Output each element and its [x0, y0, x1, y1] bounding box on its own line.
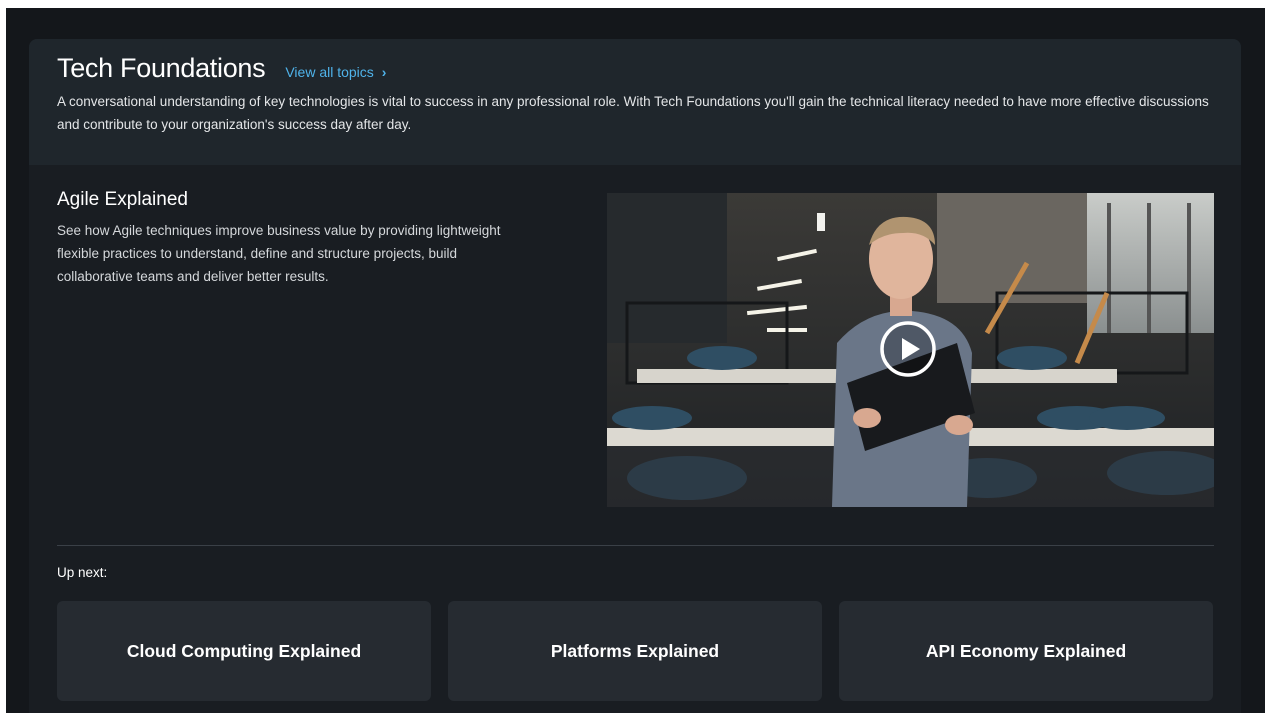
tech-foundations-panel: Tech Foundations View all topics › A con… — [29, 39, 1241, 713]
panel-header: Tech Foundations View all topics › A con… — [29, 39, 1241, 165]
view-all-topics-link[interactable]: View all topics › — [285, 64, 386, 80]
up-next-card-title: Cloud Computing Explained — [126, 640, 362, 661]
view-all-topics-label: View all topics — [285, 64, 374, 80]
title-row: Tech Foundations View all topics › — [57, 53, 1213, 84]
up-next-card-cloud-computing[interactable]: Cloud Computing Explained — [57, 601, 431, 701]
up-next-card-title: Platforms Explained — [550, 640, 720, 661]
up-next-card-title: API Economy Explained — [925, 640, 1127, 661]
video-thumbnail[interactable] — [607, 193, 1214, 507]
up-next-card-platforms[interactable]: Platforms Explained — [448, 601, 822, 701]
section-divider — [57, 545, 1214, 546]
chevron-right-icon: › — [381, 64, 387, 80]
featured-topic: Agile Explained See how Agile techniques… — [57, 189, 527, 288]
page-frame: Tech Foundations View all topics › A con… — [6, 8, 1265, 713]
up-next-label: Up next: — [57, 565, 108, 580]
up-next-card-api-economy[interactable]: API Economy Explained — [839, 601, 1213, 701]
section-description: A conversational understanding of key te… — [57, 94, 1209, 132]
featured-topic-title[interactable]: Agile Explained — [57, 189, 527, 211]
section-title: Tech Foundations — [57, 53, 266, 83]
up-next-list: Cloud Computing Explained Platforms Expl… — [57, 601, 1213, 701]
featured-topic-description: See how Agile techniques improve busines… — [57, 223, 501, 284]
play-icon[interactable] — [880, 321, 936, 377]
